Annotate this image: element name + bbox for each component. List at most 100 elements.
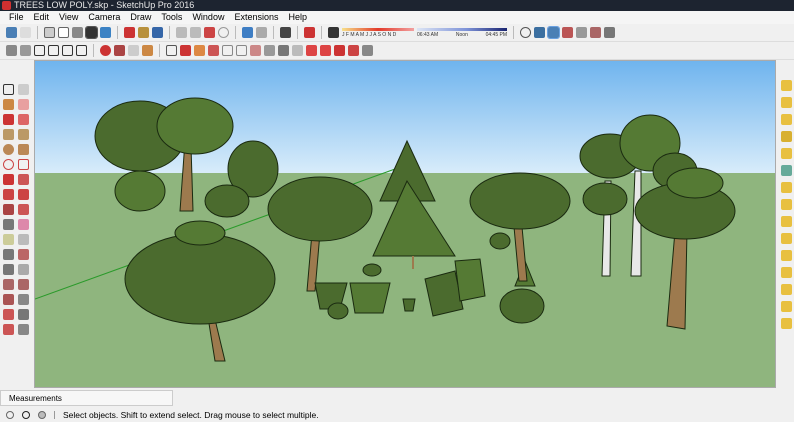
measurements-box[interactable]: Measurements [0,390,173,406]
position-camera-icon[interactable] [520,27,531,38]
freehand-icon[interactable] [18,114,29,125]
menu-help[interactable]: Help [283,11,312,24]
zoom-extents-icon[interactable] [3,294,14,305]
line-icon[interactable] [3,114,14,125]
model-info-icon[interactable] [304,27,315,38]
back-edges-icon[interactable] [20,27,31,38]
paint-bucket-icon[interactable] [3,99,14,110]
right-tool-15-icon[interactable] [780,318,792,329]
eraser-icon[interactable] [18,99,29,110]
redo-icon[interactable] [256,27,267,38]
right-tool-14-icon[interactable] [780,301,792,312]
right-tool-10-icon[interactable] [780,233,792,244]
print-icon[interactable] [280,27,291,38]
right-tool-7-icon[interactable] [780,182,792,193]
pie-icon[interactable] [18,159,29,170]
tool-icon-a[interactable] [278,45,289,56]
shaded-icon[interactable] [72,27,83,38]
tool-icon-g[interactable] [362,45,373,56]
protractor-icon[interactable] [3,234,14,245]
right-tool-13-icon[interactable] [780,284,792,295]
move-icon[interactable] [3,174,14,185]
right-tool-12-icon[interactable] [780,267,792,278]
add-detail-icon[interactable] [236,45,247,56]
right-tool-4-icon[interactable] [780,131,792,142]
open-icon[interactable] [138,27,149,38]
position-camera-left-icon[interactable] [3,309,14,320]
follow-me-tool-icon[interactable] [18,189,29,200]
smoove-icon[interactable] [194,45,205,56]
cut-icon[interactable] [176,27,187,38]
walk-left-icon[interactable] [3,324,14,335]
shaded-textures-icon[interactable] [85,26,98,39]
extension-icon-2[interactable] [604,27,615,38]
save-icon[interactable] [152,27,163,38]
polygon-icon[interactable] [18,144,29,155]
section-left-icon[interactable] [18,324,29,335]
stamp-icon[interactable] [208,45,219,56]
month-slider[interactable]: J F M A M J J A S O N D [342,27,414,39]
section-plane-icon[interactable] [562,27,573,38]
scale-icon[interactable] [3,204,14,215]
component-icon[interactable] [576,27,587,38]
solid-union-icon[interactable] [100,45,111,56]
previous-view-icon[interactable] [18,294,29,305]
user-icon[interactable] [38,410,46,419]
3d-warehouse-icon[interactable] [124,27,135,38]
flip-edge-icon[interactable] [250,45,261,56]
right-tool-2-icon[interactable] [780,97,792,108]
tool-icon-c[interactable] [306,45,317,56]
menu-tools[interactable]: Tools [156,11,187,24]
walk-icon[interactable] [534,27,545,38]
zoom-window-icon[interactable] [18,279,29,290]
solid-split-icon[interactable] [142,45,153,56]
circle-icon[interactable] [3,144,14,155]
zoom-icon[interactable] [3,279,14,290]
copy-icon[interactable] [190,27,201,38]
orbit-icon[interactable] [3,264,14,275]
geo-location-icon[interactable] [6,410,14,419]
wireframe-icon[interactable] [44,27,55,38]
tool-icon-b[interactable] [292,45,303,56]
erase-icon[interactable] [218,27,229,38]
menu-extensions[interactable]: Extensions [229,11,283,24]
push-pull-icon[interactable] [18,174,29,185]
xray-icon[interactable] [6,27,17,38]
time-slider[interactable]: 06:43 AM Noon 04:45 PM [417,27,507,39]
tool-icon-f[interactable] [348,45,359,56]
iso-view-icon[interactable] [6,45,17,56]
menu-view[interactable]: View [54,11,83,24]
right-view-icon[interactable] [48,45,59,56]
rotate-icon[interactable] [3,189,14,200]
hidden-line-icon[interactable] [58,27,69,38]
right-tool-11-icon[interactable] [780,250,792,261]
menu-window[interactable]: Window [187,11,229,24]
right-tool-1-icon[interactable] [780,80,792,91]
menu-camera[interactable]: Camera [83,11,125,24]
pan-icon[interactable] [18,264,29,275]
menu-draw[interactable]: Draw [125,11,156,24]
right-tool-8-icon[interactable] [780,199,792,210]
menu-file[interactable]: File [4,11,29,24]
follow-me-icon[interactable] [264,45,275,56]
solid-trim-icon[interactable] [128,45,139,56]
paste-icon[interactable] [204,27,215,38]
undo-icon[interactable] [242,27,253,38]
drape-icon[interactable] [222,45,233,56]
text-icon[interactable] [18,234,29,245]
arc-icon[interactable] [3,159,14,170]
extension-icon-1[interactable] [590,27,601,38]
top-view-icon[interactable] [20,45,31,56]
credits-icon[interactable] [22,410,30,419]
3d-viewport[interactable] [34,60,776,388]
shadows-toggle-icon[interactable] [328,27,339,38]
right-tool-9-icon[interactable] [780,216,792,227]
tape-measure-icon[interactable] [3,219,14,230]
make-component-icon[interactable] [18,84,29,95]
sandbox-contours-icon[interactable] [166,45,177,56]
look-around-left-icon[interactable] [18,309,29,320]
solid-subtract-icon[interactable] [114,45,125,56]
sandbox-scratch-icon[interactable] [180,45,191,56]
tool-icon-e[interactable] [334,45,345,56]
menu-edit[interactable]: Edit [29,11,55,24]
